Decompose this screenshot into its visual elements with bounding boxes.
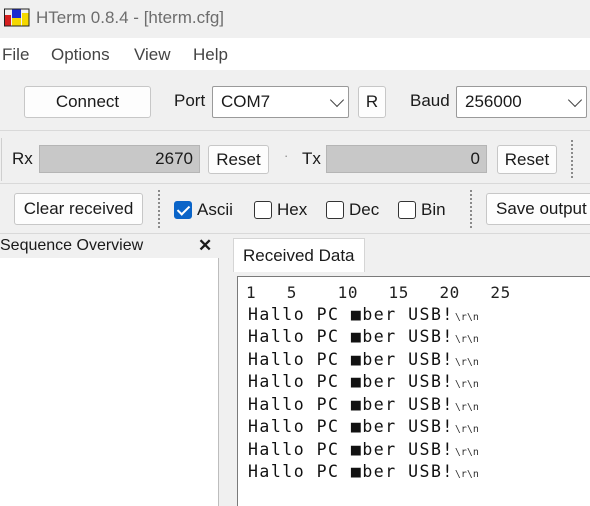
received-line: Hallo PC ■ber USB! \r\n xyxy=(248,395,479,414)
refresh-ports-button[interactable]: R xyxy=(358,86,386,118)
baud-value: 256000 xyxy=(465,92,522,111)
menu-view[interactable]: View xyxy=(134,45,171,65)
save-output-button[interactable]: Save output xyxy=(486,193,590,225)
hex-label: Hex xyxy=(277,200,308,219)
received-line: Hallo PC ■ber USB! \r\n xyxy=(248,327,479,346)
rx-reset-button[interactable]: Reset xyxy=(208,145,269,174)
received-line: Hallo PC ■ber USB! \r\n xyxy=(248,462,479,481)
dec-label: Dec xyxy=(349,200,380,219)
checkbox-icon xyxy=(398,201,416,219)
port-select[interactable]: COM7 xyxy=(212,86,349,118)
toolbar-grip[interactable] xyxy=(470,190,473,228)
menu-options[interactable]: Options xyxy=(51,45,110,65)
clear-received-button[interactable]: Clear received xyxy=(14,193,143,225)
toolbar-separator xyxy=(0,130,590,131)
chevron-down-icon xyxy=(567,92,583,108)
received-line: Hallo PC ■ber USB! \r\n xyxy=(248,417,479,436)
toolbar-edge xyxy=(1,138,2,181)
toolbar-grip[interactable] xyxy=(158,190,161,228)
received-line: Hallo PC ■ber USB! \r\n xyxy=(248,372,479,391)
tx-reset-button[interactable]: Reset xyxy=(497,145,557,174)
menu-help[interactable]: Help xyxy=(193,45,228,65)
toolbar-separator xyxy=(0,233,590,234)
chevron-down-icon xyxy=(329,92,345,108)
tx-label: Tx xyxy=(302,149,321,168)
received-line: Hallo PC ■ber USB! \r\n xyxy=(248,350,479,369)
hterm-app-icon xyxy=(4,8,30,27)
separator-dot: · xyxy=(284,148,289,163)
rx-label: Rx xyxy=(12,149,33,168)
column-ruler: 1 5 10 15 20 25 xyxy=(246,283,511,302)
rx-counter: 2670 xyxy=(39,145,200,173)
dec-checkbox[interactable]: Dec xyxy=(326,200,379,220)
checkbox-icon xyxy=(326,201,344,219)
close-icon[interactable]: ✕ xyxy=(198,236,212,256)
bin-checkbox[interactable]: Bin xyxy=(398,200,446,220)
checkbox-icon xyxy=(254,201,272,219)
tx-counter: 0 xyxy=(326,145,487,173)
hex-checkbox[interactable]: Hex xyxy=(254,200,307,220)
received-line: Hallo PC ■ber USB! \r\n xyxy=(248,305,479,324)
port-label: Port xyxy=(174,91,206,110)
ascii-checkbox[interactable]: Ascii xyxy=(174,200,233,220)
baud-label: Baud xyxy=(410,91,450,110)
window-title: HTerm 0.8.4 - [hterm.cfg] xyxy=(36,8,224,27)
baud-select[interactable]: 256000 xyxy=(456,86,587,118)
menu-file[interactable]: File xyxy=(2,45,29,65)
connect-button[interactable]: Connect xyxy=(24,86,151,118)
toolbar-grip[interactable] xyxy=(571,140,574,178)
received-line: Hallo PC ■ber USB! \r\n xyxy=(248,440,479,459)
sequence-overview-panel xyxy=(0,236,219,506)
checkbox-checked-icon xyxy=(174,201,192,219)
bin-label: Bin xyxy=(421,200,446,219)
tab-received-data[interactable]: Received Data xyxy=(233,238,365,272)
ascii-label: Ascii xyxy=(197,200,233,219)
sequence-overview-title: Sequence Overview xyxy=(0,237,144,254)
toolbar-separator xyxy=(0,183,590,184)
port-value: COM7 xyxy=(221,92,271,111)
